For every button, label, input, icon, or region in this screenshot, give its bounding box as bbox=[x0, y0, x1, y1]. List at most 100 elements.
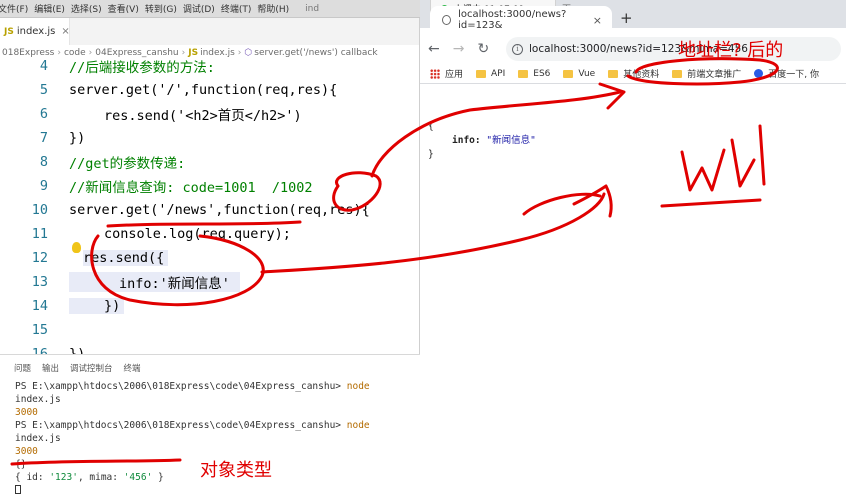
bookmark-other[interactable]: 其他资料 bbox=[608, 67, 659, 80]
forward-icon[interactable]: → bbox=[453, 41, 465, 57]
line-number: 6 bbox=[39, 106, 48, 122]
line-number: 5 bbox=[39, 82, 48, 98]
address-bar[interactable]: i localhost:3000/news?id=123&mima=456 bbox=[506, 37, 841, 61]
tab-terminal[interactable]: 终端 bbox=[124, 362, 141, 374]
back-icon[interactable]: ← bbox=[428, 41, 440, 57]
chevron-right-icon: › bbox=[57, 47, 61, 58]
code-editor: JS index.js × 018Express › code › 04Expres… bbox=[0, 18, 420, 494]
bookmark-label: 百度一下, 你 bbox=[768, 70, 819, 80]
chevron-right-icon: › bbox=[181, 47, 186, 58]
bookmark-frontend[interactable]: 前端文章推广 bbox=[672, 67, 741, 80]
close-icon[interactable]: × bbox=[593, 14, 602, 27]
code-text: info:'新闻信息' bbox=[69, 272, 240, 292]
menu-debug[interactable]: 调试(D) bbox=[183, 2, 221, 15]
menu-edit[interactable]: 编辑(E) bbox=[34, 2, 71, 15]
js-file-icon: JS bbox=[188, 47, 199, 58]
bookmark-es6[interactable]: ES6 bbox=[518, 69, 550, 79]
line-number: 14 bbox=[31, 298, 48, 314]
tab-output[interactable]: 输出 bbox=[42, 362, 59, 374]
code-area[interactable]: 4 //后端接收参数的方法: 5 server.get('/',function… bbox=[0, 60, 420, 372]
folder-icon bbox=[672, 69, 683, 78]
bookmark-label: ES6 bbox=[533, 68, 551, 79]
code-line: 4 //后端接收参数的方法: bbox=[0, 60, 420, 78]
globe-icon bbox=[442, 15, 452, 25]
menu-terminal[interactable]: 终端(T) bbox=[221, 2, 258, 15]
panel-tabs: 问题 输出 调试控制台 终端 bbox=[0, 355, 420, 380]
menu-goto[interactable]: 转到(G) bbox=[145, 2, 183, 15]
menu-help[interactable]: 帮助(H) bbox=[257, 2, 295, 15]
bookmark-vue[interactable]: Vue bbox=[563, 69, 595, 79]
line-number: 12 bbox=[31, 250, 48, 266]
terminal-line bbox=[15, 484, 420, 494]
json-entry: info: "新闻信息" bbox=[428, 134, 536, 148]
new-tab-button[interactable]: + bbox=[620, 9, 633, 27]
code-text: //新闻信息查询: code=1001 /1002 bbox=[69, 180, 313, 196]
js-file-icon: JS bbox=[4, 26, 14, 37]
breadcrumb-item[interactable]: 04Express_canshu bbox=[95, 48, 178, 58]
line-number: 4 bbox=[39, 60, 48, 74]
reload-icon[interactable]: ↻ bbox=[477, 41, 489, 57]
tab-problems[interactable]: 问题 bbox=[14, 362, 31, 374]
json-response: { info: "新闻信息" } bbox=[428, 120, 536, 162]
code-text: console.log(req.query); bbox=[104, 226, 291, 242]
code-text: //get的参数传递: bbox=[69, 156, 186, 172]
terminal-command: node bbox=[346, 381, 370, 392]
menu-selection[interactable]: 选择(S) bbox=[71, 2, 108, 15]
annotation-address-bar: 地址栏? 后的 bbox=[678, 40, 784, 61]
bookmark-baidu[interactable]: 百度一下, 你 bbox=[754, 67, 819, 80]
terminal-text: , mima: bbox=[77, 472, 124, 483]
code-line: 15 bbox=[0, 318, 420, 342]
lightbulb-icon[interactable] bbox=[72, 242, 81, 253]
line-number: 8 bbox=[39, 154, 48, 170]
folder-icon bbox=[608, 69, 619, 78]
close-icon[interactable]: × bbox=[61, 26, 69, 37]
breadcrumb-item[interactable]: server.get('/news') callback bbox=[254, 48, 377, 58]
folder-icon bbox=[518, 69, 529, 78]
browser-tab-title: localhost:3000/news?id=123& bbox=[458, 9, 567, 31]
terminal-line: PS E:\xampp\htdocs\2006\018Express\code\… bbox=[15, 380, 420, 406]
terminal-prompt: PS E:\xampp\htdocs\2006\018Express\code\… bbox=[15, 381, 342, 392]
code-line: 14 }) bbox=[0, 294, 420, 318]
code-line: 7 }) bbox=[0, 126, 420, 150]
chevron-right-icon: › bbox=[88, 47, 93, 58]
browser-window: localhost:3000/news?id=123& × + ← → ↻ i … bbox=[420, 6, 846, 494]
bookmark-label: Vue bbox=[578, 68, 596, 79]
line-number: 10 bbox=[31, 202, 48, 218]
json-close-brace: } bbox=[428, 149, 434, 160]
editor-tab-index-js[interactable]: JS index.js × bbox=[0, 18, 70, 45]
code-text: //后端接收参数的方法: bbox=[69, 60, 215, 76]
terminal-text: { id: bbox=[15, 472, 50, 483]
breadcrumb-item[interactable]: code bbox=[64, 48, 86, 58]
code-line: 12 res.send({ bbox=[0, 246, 420, 270]
bookmark-apps[interactable]: 应用 bbox=[430, 67, 463, 80]
bookmark-api[interactable]: API bbox=[476, 69, 505, 79]
annotation-object-type: 对象类型 bbox=[200, 460, 272, 481]
browser-tab[interactable]: localhost:3000/news?id=123& × bbox=[430, 6, 612, 34]
terminal-prompt: PS E:\xampp\htdocs\2006\018Express\code\… bbox=[15, 420, 342, 431]
terminal-line: 3000 bbox=[15, 407, 38, 418]
bookmark-label: 应用 bbox=[445, 70, 464, 80]
breadcrumb-item[interactable]: 018Express bbox=[2, 48, 54, 58]
tab-debug-console[interactable]: 调试控制台 bbox=[70, 362, 113, 374]
breadcrumb-item[interactable]: index.js bbox=[200, 48, 235, 58]
terminal-command: node bbox=[346, 420, 370, 431]
code-line: 13 info:'新闻信息' bbox=[0, 270, 420, 294]
line-number: 11 bbox=[31, 226, 48, 242]
code-text: server.get('/news',function(req,res){ bbox=[69, 202, 370, 218]
code-line: 9 //新闻信息查询: code=1001 /1002 bbox=[0, 174, 420, 198]
terminal-line: PS E:\xampp\htdocs\2006\018Express\code\… bbox=[15, 419, 420, 445]
menu-file[interactable]: 文件(F) bbox=[0, 2, 34, 15]
line-number: 9 bbox=[39, 178, 48, 194]
terminal-cursor bbox=[15, 485, 21, 494]
terminal-string: '456' bbox=[123, 472, 153, 483]
code-text: }) bbox=[69, 298, 125, 314]
menu-view[interactable]: 查看(V) bbox=[108, 2, 145, 15]
bookmark-label: 前端文章推广 bbox=[687, 70, 742, 80]
terminal-text: } bbox=[152, 472, 164, 483]
info-icon[interactable]: i bbox=[512, 43, 523, 55]
folder-icon bbox=[563, 69, 574, 78]
editor-tab-label: index.js bbox=[16, 26, 56, 37]
json-open-brace: { bbox=[428, 121, 434, 132]
method-cube-icon: ⬡ bbox=[244, 47, 253, 58]
code-line: 5 server.get('/',function(req,res){ bbox=[0, 78, 420, 102]
